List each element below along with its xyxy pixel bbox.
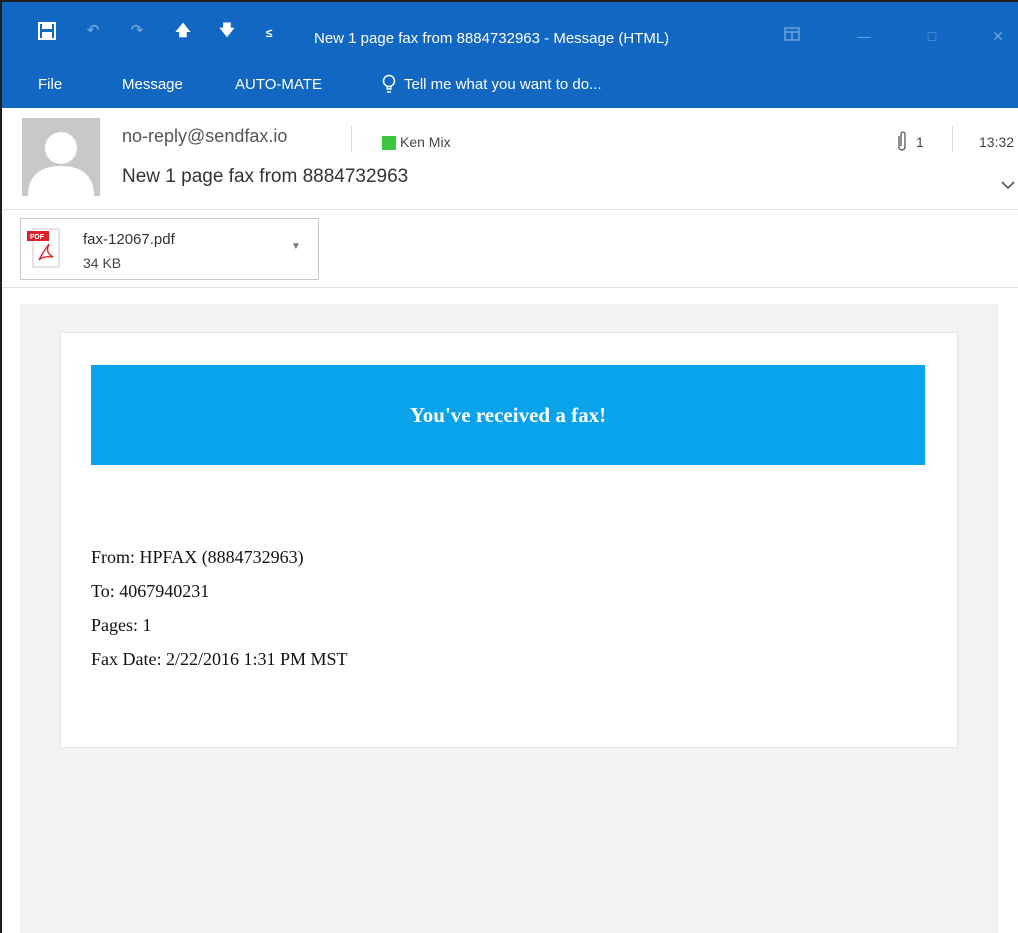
attachment-bar: PDF fax-12067.pdf 34 KB ▼ [2,210,1018,288]
sender-address[interactable]: no-reply@sendfax.io [122,126,287,147]
fax-details: From: HPFAX (8884732963) To: 4067940231 … [91,545,348,681]
attachment-size: 34 KB [83,255,122,271]
banner-text: You've received a fax! [409,402,607,427]
attachment-count: 1 [916,134,924,150]
outlook-message-window: ↶ ↷ 🡅 🡇 ≤ New 1 page fax from 8884732963… [0,0,1018,933]
fax-to: To: 4067940231 [91,581,210,601]
save-icon[interactable] [36,22,58,44]
window-title: New 1 page fax from 8884732963 - Message… [314,30,670,47]
fax-notification-card: You've received a fax! From: HPFAX (8884… [60,332,958,748]
category-label[interactable]: Ken Mix [400,134,451,150]
attachment-name: fax-12067.pdf [83,231,175,248]
fax-from: From: HPFAX (8884732963) [91,547,304,567]
divider [351,126,352,152]
customize-qat-icon[interactable]: ≤ [258,22,280,44]
paperclip-icon [895,130,909,154]
minimize-icon[interactable]: — [854,26,874,46]
message-subject: New 1 page fax from 8884732963 [122,166,409,187]
redo-icon[interactable]: ↷ [126,20,148,42]
message-body: You've received a fax! From: HPFAX (8884… [20,304,998,933]
tell-me-search[interactable]: Tell me what you want to do... [404,76,602,93]
previous-item-icon[interactable]: 🡅 [172,20,194,42]
divider [952,126,953,152]
undo-icon[interactable]: ↶ [82,20,104,42]
title-bar: ↶ ↷ 🡅 🡇 ≤ New 1 page fax from 8884732963… [2,2,1018,66]
lightbulb-icon [382,74,396,96]
chevron-down-icon[interactable]: ▼ [291,241,301,252]
svg-text:PDF: PDF [30,234,45,241]
tab-message[interactable]: Message [122,76,183,93]
tab-auto-mate[interactable]: AUTO-MATE [235,76,322,93]
chevron-down-icon[interactable] [1000,178,1016,192]
next-item-icon[interactable]: 🡇 [216,20,238,42]
ribbon-tabs: File Message AUTO-MATE Tell me what you … [2,66,1018,108]
fax-banner: You've received a fax! [91,365,925,465]
close-icon[interactable]: ✕ [988,26,1008,46]
fax-date: Fax Date: 2/22/2016 1:31 PM MST [91,649,348,669]
tab-file[interactable]: File [38,76,62,93]
message-header: no-reply@sendfax.io Ken Mix New 1 page f… [2,108,1018,210]
fax-pages: Pages: 1 [91,615,152,635]
ribbon-display-options-icon[interactable] [782,26,802,46]
pdf-file-icon: PDF [27,227,63,271]
maximize-icon[interactable]: □ [922,26,942,46]
received-time: 13:32 [979,134,1015,150]
attachment-item[interactable]: PDF fax-12067.pdf 34 KB ▼ [20,218,319,280]
category-color-square [382,136,396,150]
avatar [22,118,100,196]
